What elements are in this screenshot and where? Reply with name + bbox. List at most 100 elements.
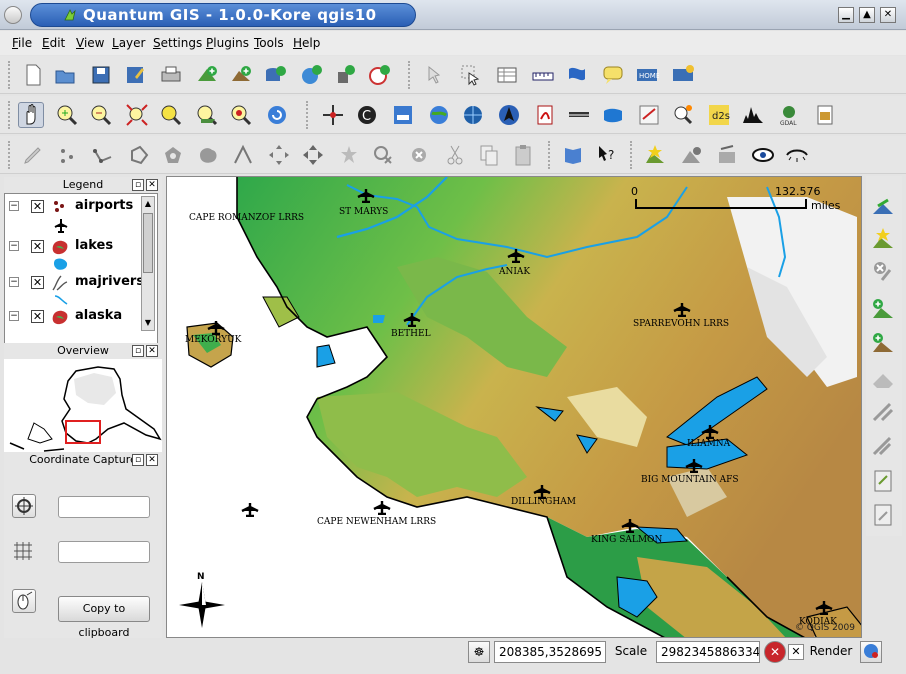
menu-plugins[interactable]: Plugins — [206, 36, 249, 50]
close-panel-button[interactable]: ✕ — [146, 179, 158, 191]
maximize-button[interactable]: ▲ — [859, 7, 875, 23]
add-gps-icon[interactable] — [366, 62, 392, 88]
whats-this-icon[interactable]: ? — [594, 142, 620, 168]
menu-view[interactable]: View — [76, 36, 104, 50]
title-pill[interactable]: Quantum GIS - 1.0.0-Kore qgis10 — [30, 3, 416, 27]
overview-map[interactable] — [4, 359, 162, 453]
print-icon[interactable] — [158, 62, 184, 88]
new-layer-icon[interactable] — [870, 226, 896, 252]
split-icon[interactable] — [870, 432, 896, 458]
georeferencer-icon[interactable] — [460, 102, 486, 128]
layer-checkbox[interactable]: ✕ — [31, 200, 44, 213]
scalebar-plugin-icon[interactable] — [390, 102, 416, 128]
toggle-layers-icon[interactable] — [714, 142, 740, 168]
window-menu-button[interactable] — [4, 6, 22, 24]
layer-tree[interactable]: − ✕ airports − ✕ lakes − ✕ majrivers − ✕… — [4, 193, 158, 346]
add-raster-icon[interactable] — [870, 296, 896, 322]
pdf-icon[interactable] — [532, 102, 558, 128]
node-icon[interactable] — [870, 398, 896, 424]
zoom-out-icon[interactable] — [88, 102, 114, 128]
add-feature-icon[interactable] — [870, 330, 896, 356]
menu-tools[interactable]: Tools — [254, 36, 284, 50]
help-book-icon[interactable] — [560, 142, 586, 168]
delete-vertex-icon[interactable] — [370, 142, 396, 168]
split-features-icon[interactable] — [230, 142, 256, 168]
stop-render-icon[interactable]: ✕ — [764, 641, 786, 663]
doc2-icon[interactable] — [870, 502, 896, 528]
move-feature-icon[interactable] — [300, 142, 326, 168]
north-arrow-icon[interactable] — [496, 102, 522, 128]
scroll-thumb[interactable] — [143, 213, 153, 273]
scroll-down-icon[interactable]: ▼ — [143, 317, 153, 329]
edit-pencil-icon[interactable] — [20, 142, 46, 168]
capture-polygon-icon[interactable] — [126, 142, 152, 168]
zoom-layer-icon[interactable] — [194, 102, 220, 128]
wfs-icon[interactable] — [426, 102, 452, 128]
expand-toggle[interactable]: − — [9, 201, 19, 211]
toggle-extents-icon[interactable]: ☸ — [468, 641, 490, 663]
render-checkbox[interactable]: ✕ — [788, 644, 804, 660]
select-icon[interactable] — [458, 62, 484, 88]
hide-all-icon[interactable] — [784, 142, 810, 168]
home-bookmark-icon[interactable]: HOME — [634, 62, 660, 88]
pan-icon[interactable] — [18, 102, 44, 128]
add-vector-layer-icon[interactable] — [870, 194, 896, 220]
expand-toggle[interactable]: − — [9, 277, 19, 287]
capture-field-2[interactable] — [58, 541, 150, 563]
save-project-icon[interactable] — [88, 62, 114, 88]
copy-features-icon[interactable] — [476, 142, 502, 168]
move-vertex-icon[interactable] — [266, 142, 292, 168]
new-vector-icon[interactable] — [642, 142, 668, 168]
zoom-last-icon[interactable] — [228, 102, 254, 128]
refresh-icon[interactable] — [264, 102, 290, 128]
zoom-selection-icon[interactable] — [158, 102, 184, 128]
new-bookmark-icon[interactable] — [670, 62, 696, 88]
measure-line-icon[interactable] — [530, 62, 556, 88]
identify-icon[interactable] — [422, 62, 448, 88]
remove-icon[interactable] — [870, 258, 896, 284]
edit-icon[interactable] — [870, 366, 896, 392]
menu-settings[interactable]: Settings — [153, 36, 202, 50]
legend-scrollbar[interactable]: ▲ ▼ — [141, 196, 155, 331]
cut-features-icon[interactable] — [442, 142, 468, 168]
open-project-icon[interactable] — [52, 62, 78, 88]
add-island-icon[interactable] — [196, 142, 222, 168]
zoom-full-icon[interactable] — [124, 102, 150, 128]
copy-to-clipboard-button[interactable]: Copy to clipboard — [58, 596, 150, 639]
add-raster-icon[interactable] — [194, 62, 220, 88]
show-all-icon[interactable] — [750, 142, 776, 168]
paste-features-icon[interactable] — [510, 142, 536, 168]
add-vertex-icon[interactable] — [336, 142, 362, 168]
gdal-tools-icon[interactable]: GDAL — [776, 102, 802, 128]
delete-selected-icon[interactable] — [406, 142, 432, 168]
expand-toggle[interactable]: − — [9, 311, 19, 321]
add-wms-icon[interactable] — [298, 62, 324, 88]
add-spatialite-icon[interactable] — [332, 62, 358, 88]
scroll-up-icon[interactable]: ▲ — [143, 198, 153, 210]
layer-checkbox[interactable]: ✕ — [31, 276, 44, 289]
close-button[interactable]: ✕ — [880, 7, 896, 23]
new-project-icon[interactable] — [20, 62, 46, 88]
capture-coordinate-icon[interactable] — [320, 102, 346, 128]
histogram-icon[interactable] — [740, 102, 766, 128]
capture-line-icon[interactable] — [90, 142, 116, 168]
crosshair-icon[interactable] — [12, 494, 36, 518]
scale-icon[interactable] — [566, 102, 592, 128]
zoom-in-icon[interactable] — [54, 102, 80, 128]
float-button[interactable]: ▫ — [132, 179, 144, 191]
menu-layer[interactable]: Layer — [112, 36, 145, 50]
attribute-table-icon[interactable] — [494, 62, 520, 88]
close-panel-button[interactable]: ✕ — [146, 454, 158, 466]
measure-area-icon[interactable] — [564, 62, 590, 88]
capture-field-1[interactable] — [58, 496, 150, 518]
close-panel-button[interactable]: ✕ — [146, 345, 158, 357]
grid-maker-icon[interactable] — [636, 102, 662, 128]
delimited-text-icon[interactable] — [600, 102, 626, 128]
menu-file[interactable]: File — [12, 36, 32, 50]
copyright-icon[interactable]: C — [354, 102, 380, 128]
spit-icon[interactable] — [670, 102, 696, 128]
scale-input[interactable]: 2982345886334 — [656, 641, 760, 663]
expand-toggle[interactable]: − — [9, 241, 19, 251]
menu-edit[interactable]: Edit — [42, 36, 65, 50]
export-icon[interactable] — [812, 102, 838, 128]
